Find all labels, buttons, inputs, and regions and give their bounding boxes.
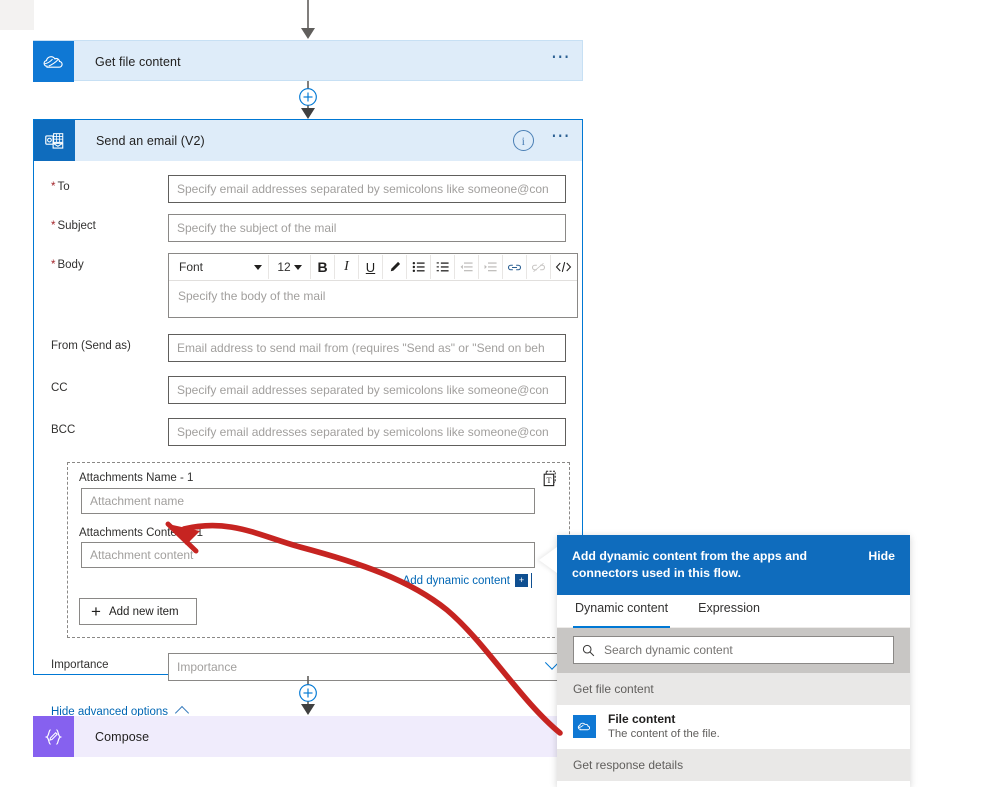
field-row-cc: CC Specify email addresses separated by …: [51, 376, 566, 404]
attachment-name-input[interactable]: Attachment name: [81, 488, 535, 514]
importance-value: Importance: [177, 660, 238, 674]
email-form: * To Specify email addresses separated by…: [34, 161, 582, 692]
field-row-body: * Body Font 12 B I U Specify the body of…: [51, 253, 578, 318]
label-bcc: BCC: [51, 424, 76, 436]
font-size-value: 12: [277, 260, 291, 274]
field-row-subject: * Subject Specify the subject of the mail: [51, 214, 566, 242]
flow-node-get-file-content[interactable]: Get file content ⋯: [33, 40, 583, 82]
dynamic-content-badge-icon: +: [515, 573, 532, 588]
dynamic-content-header: Add dynamic content from the apps and co…: [557, 535, 910, 595]
chevron-down-icon: [254, 264, 262, 270]
add-new-item-label: Add new item: [108, 605, 179, 618]
tab-dynamic-content[interactable]: Dynamic content: [573, 595, 671, 628]
required-asterisk: *: [51, 181, 56, 193]
cc-input[interactable]: Specify email addresses separated by sem…: [168, 376, 566, 404]
field-row-to: * To Specify email addresses separated by…: [51, 175, 566, 203]
dynamic-content-item-text: File content The content of the file.: [608, 712, 720, 741]
insert-link-icon[interactable]: [503, 255, 527, 279]
dynamic-content-search-area: Search dynamic content: [557, 628, 910, 673]
info-icon[interactable]: i: [512, 130, 534, 151]
connector-add-step-1[interactable]: [290, 81, 326, 119]
onedrive-icon: [573, 715, 596, 738]
required-asterisk: *: [51, 259, 56, 271]
node-actions: i ⋯: [512, 120, 572, 161]
label-body: * Body: [51, 259, 84, 271]
bold-icon[interactable]: B: [311, 255, 335, 279]
attachment-content-input[interactable]: Attachment content: [81, 542, 535, 568]
to-input[interactable]: Specify email addresses separated by sem…: [168, 175, 566, 203]
label-cc: CC: [51, 382, 68, 394]
from-input[interactable]: Email address to send mail from (require…: [168, 334, 566, 362]
rte-toolbar: Font 12 B I U: [169, 254, 577, 281]
add-dynamic-content-link[interactable]: Add dynamic content +: [79, 573, 532, 588]
label-to: * To: [51, 181, 70, 193]
label-from: From (Send as): [51, 340, 131, 352]
increase-indent-icon[interactable]: [479, 255, 503, 279]
code-view-icon[interactable]: [551, 255, 575, 279]
dynamic-content-header-text: Add dynamic content from the apps and co…: [572, 549, 808, 580]
onedrive-icon: [33, 41, 74, 82]
item-description: The content of the file.: [608, 728, 720, 740]
callout-pointer: [539, 547, 557, 573]
plus-icon: +: [91, 602, 101, 621]
canvas-top-strip: [0, 0, 34, 30]
node-title: Compose: [95, 729, 150, 744]
font-family-value: Font: [179, 260, 204, 274]
numbered-list-icon[interactable]: [431, 255, 455, 279]
dynamic-content-panel: Add dynamic content from the apps and co…: [539, 535, 910, 787]
dynamic-content-group-header-2: Get response details: [557, 749, 910, 781]
outlook-icon: [34, 120, 75, 161]
underline-icon[interactable]: U: [359, 255, 383, 279]
decrease-indent-icon[interactable]: [455, 255, 479, 279]
dynamic-content-group-header: Get file content: [557, 673, 910, 705]
bcc-input[interactable]: Specify email addresses separated by sem…: [168, 418, 566, 446]
copy-to-clipboard-icon[interactable]: T: [542, 470, 560, 488]
flow-node-compose[interactable]: Compose: [33, 716, 583, 757]
add-new-item-button[interactable]: + Add new item: [79, 598, 197, 625]
node-menu-button[interactable]: ⋯: [551, 127, 572, 149]
connector-add-step-2[interactable]: [290, 676, 326, 716]
remove-link-icon[interactable]: [527, 255, 551, 279]
label-importance: Importance: [51, 659, 109, 671]
node-actions: ⋯: [551, 41, 572, 82]
attachments-group: T Attachments Name - 1 Attachment name A…: [67, 462, 570, 638]
importance-select[interactable]: Importance: [168, 653, 566, 681]
dynamic-content-item-file-content[interactable]: File content The content of the file.: [557, 705, 910, 749]
field-row-from: From (Send as) Email address to send mai…: [51, 334, 566, 362]
node-menu-button[interactable]: ⋯: [551, 48, 572, 70]
svg-text:T: T: [547, 476, 552, 485]
search-placeholder: Search dynamic content: [604, 643, 733, 657]
attachments-name-label: Attachments Name - 1: [79, 472, 194, 484]
subject-input[interactable]: Specify the subject of the mail: [168, 214, 566, 242]
body-rich-text-editor: Font 12 B I U Specify the body of the ma…: [168, 253, 578, 318]
compose-braces-icon: [33, 716, 74, 757]
font-family-dropdown[interactable]: Font: [171, 255, 269, 279]
font-size-dropdown[interactable]: 12: [269, 255, 311, 279]
attachments-content-label: Attachments Content - 1: [79, 527, 204, 539]
required-asterisk: *: [51, 220, 56, 232]
italic-icon[interactable]: I: [335, 255, 359, 279]
field-row-bcc: BCC Specify email addresses separated by…: [51, 418, 566, 446]
node-header[interactable]: Send an email (V2) i ⋯: [34, 120, 582, 161]
tab-expression[interactable]: Expression: [696, 595, 762, 627]
search-dynamic-content-input[interactable]: Search dynamic content: [573, 636, 894, 664]
label-subject: * Subject: [51, 220, 96, 232]
flow-node-send-an-email: Send an email (V2) i ⋯ * To Specify email…: [33, 119, 583, 721]
node-title: Get file content: [95, 54, 181, 69]
text-color-pen-icon[interactable]: [383, 255, 407, 279]
add-dynamic-content-label: Add dynamic content: [402, 575, 510, 587]
power-automate-flow-designer: Get file content ⋯ Send an email (V2) i …: [0, 0, 999, 787]
item-name: File content: [608, 712, 676, 726]
connector-arrow-top: [301, 0, 315, 39]
bulleted-list-icon[interactable]: [407, 255, 431, 279]
dynamic-content-tabs: Dynamic content Expression: [557, 595, 910, 628]
node-title: Send an email (V2): [96, 133, 205, 148]
chevron-down-icon: [293, 264, 302, 270]
search-icon: [582, 644, 595, 656]
body-input[interactable]: Specify the body of the mail: [169, 281, 577, 317]
hide-panel-button[interactable]: Hide: [868, 549, 895, 563]
